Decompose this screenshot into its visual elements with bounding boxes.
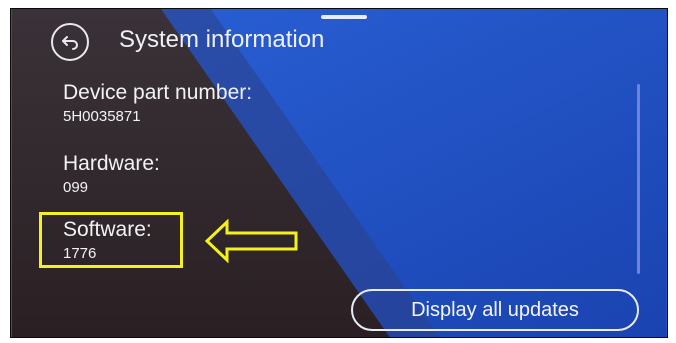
device-part-number-label: Device part number: [63, 81, 253, 104]
infotainment-screen: System information Device part number: 5… [10, 8, 668, 338]
hardware-label: Hardware: [63, 152, 160, 175]
back-button[interactable] [51, 23, 89, 61]
software-value: 1776 [63, 245, 97, 262]
page-title: System information [119, 26, 325, 53]
hardware-value: 099 [63, 179, 89, 196]
scrollbar[interactable] [637, 84, 640, 274]
annotation-arrow-icon [204, 219, 298, 263]
back-arrow-icon [62, 36, 78, 50]
software-label: Software: [63, 218, 152, 241]
display-all-updates-button[interactable]: Display all updates [351, 289, 639, 331]
device-part-number-value: 5H0035871 [63, 108, 141, 125]
pull-down-handle[interactable] [321, 15, 367, 19]
